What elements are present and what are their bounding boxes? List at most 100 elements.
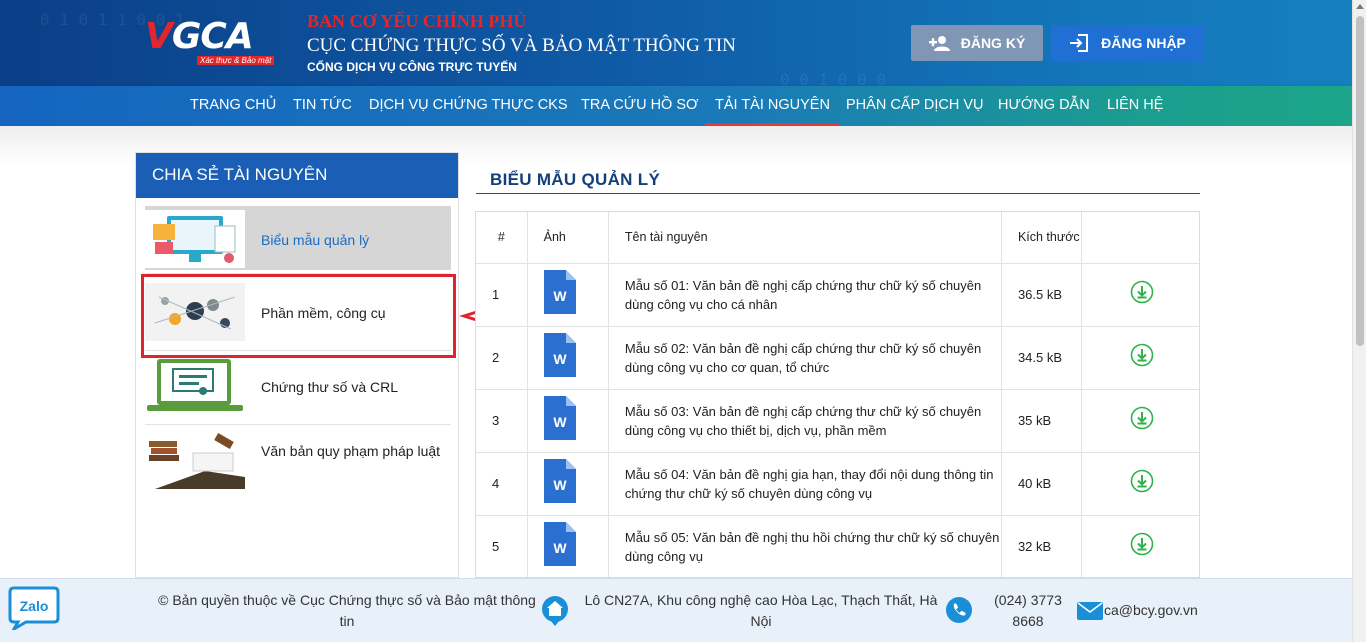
- main-nav: TRANG CHỦ TIN TỨC DỊCH VỤ CHỨNG THỰC CKS…: [0, 86, 1352, 126]
- zalo-chat-icon[interactable]: Zalo: [8, 584, 60, 630]
- row-file-thumbnail: W: [527, 326, 609, 390]
- org-name-secondary: CỤC CHỨNG THỰC SỐ VÀ BẢO MẬT THÔNG TIN: [307, 35, 736, 56]
- row-file-thumbnail: W: [527, 389, 609, 453]
- word-file-letter: W: [553, 477, 567, 493]
- word-file-icon: W: [543, 459, 576, 503]
- zalo-label: Zalo: [20, 598, 49, 614]
- column-header-download: [1081, 212, 1199, 264]
- nav-item-news[interactable]: TIN TỨC: [293, 86, 352, 126]
- row-file-thumbnail: W: [527, 452, 609, 516]
- nav-item-guide[interactable]: HƯỚNG DẪN: [998, 86, 1090, 126]
- row-resource-name: Mẫu số 02: Văn bản đề nghị cấp chứng thư…: [608, 326, 1002, 390]
- row-number: 3: [476, 389, 528, 453]
- row-number: 4: [476, 452, 528, 516]
- row-number: 5: [476, 515, 528, 577]
- footer: © Bản quyền thuộc về Cục Chứng thực số v…: [0, 578, 1352, 642]
- banner-decoration: 0 0 1 0 0 0: [780, 70, 886, 86]
- sidebar-item-label: Chứng thư số và CRL: [261, 379, 399, 395]
- nav-item-cks-services[interactable]: DỊCH VỤ CHỨNG THỰC CKS: [369, 86, 568, 126]
- page-title: BIỂU MẪU QUẢN LÝ: [490, 170, 661, 189]
- download-button[interactable]: [1081, 326, 1199, 390]
- word-file-letter: W: [553, 288, 567, 304]
- title-underline: [476, 193, 1200, 194]
- scroll-up-arrow-icon[interactable]: [1356, 4, 1364, 9]
- table-row: 2 W Mẫu số 02: Văn bản đề nghị cấp chứng t…: [476, 326, 1199, 390]
- sidebar-item-certificates-crl[interactable]: Chứng thư số và CRL: [145, 353, 451, 417]
- row-resource-name: Mẫu số 05: Văn bản đề nghị thu hồi chứng…: [608, 515, 1002, 577]
- download-button[interactable]: [1081, 389, 1199, 453]
- column-header-size: Kích thước: [1001, 212, 1083, 264]
- login-button[interactable]: ĐĂNG NHẬP: [1051, 25, 1204, 61]
- org-name-primary: BAN CƠ YẾU CHÍNH PHỦ: [307, 11, 527, 31]
- table-row: 4 W Mẫu số 04: Văn bản đề nghị gia hạn, th…: [476, 452, 1199, 516]
- logo-tagline: Xác thực & Bảo mật: [197, 56, 275, 65]
- forms-thumbnail-icon: [145, 210, 245, 268]
- row-number: 1: [476, 263, 528, 327]
- site-logo[interactable]: VGCA Xác thực & Bảo mật: [145, 6, 285, 70]
- download-icon[interactable]: [1130, 280, 1154, 304]
- download-icon[interactable]: [1130, 406, 1154, 430]
- column-header-image: Ảnh: [527, 212, 609, 264]
- phone-icon: [946, 597, 972, 623]
- sidebar-item-label: Văn bản quy phạm pháp luật: [261, 443, 441, 459]
- nav-item-service-levels[interactable]: PHÂN CẤP DỊCH VỤ: [846, 86, 984, 126]
- row-file-size: 36.5 kB: [1001, 263, 1083, 327]
- sidebar-title: CHIA SẺ TÀI NGUYÊN: [136, 153, 458, 198]
- nav-item-resources[interactable]: TẢI TÀI NGUYÊN: [705, 86, 840, 126]
- word-file-icon: W: [543, 396, 576, 440]
- sidebar-divider: [145, 424, 451, 425]
- row-file-size: 32 kB: [1001, 515, 1083, 577]
- nav-item-lookup[interactable]: TRA CỨU HỒ SƠ: [581, 86, 698, 126]
- word-file-icon: W: [543, 333, 576, 377]
- header-banner: 0 1 0 1 1 0 0 1 0 0 1 0 0 0 VGCA Xác thự…: [0, 0, 1352, 86]
- portal-name: CỔNG DỊCH VỤ CÔNG TRỰC TUYẾN: [307, 60, 517, 74]
- home-location-icon: [542, 596, 568, 626]
- word-file-icon: W: [543, 270, 576, 314]
- sidebar-item-legal-documents[interactable]: Văn bản quy phạm pháp luật: [145, 427, 451, 491]
- sidebar-item-label: Biểu mẫu quản lý: [261, 232, 370, 248]
- table-header-row: # Ảnh Tên tài nguyên Kích thước: [476, 212, 1199, 264]
- table-row: 1 W Mẫu số 01: Văn bản đề nghị cấp chứng t…: [476, 263, 1199, 327]
- footer-address: Lô CN27A, Khu công nghệ cao Hòa Lạc, Thạ…: [584, 592, 938, 629]
- nav-item-contact[interactable]: LIÊN HỆ: [1107, 86, 1163, 126]
- footer-email[interactable]: ca@bcy.gov.vn: [1104, 600, 1204, 621]
- download-button[interactable]: [1081, 263, 1199, 327]
- row-file-thumbnail: W: [527, 515, 609, 577]
- download-icon[interactable]: [1130, 532, 1154, 556]
- download-icon[interactable]: [1130, 469, 1154, 493]
- highlight-box: [141, 274, 456, 358]
- row-resource-name: Mẫu số 03: Văn bản đề nghị cấp chứng thư…: [608, 389, 1002, 453]
- register-label: ĐĂNG KÝ: [960, 35, 1026, 51]
- register-button[interactable]: ĐĂNG KÝ: [911, 25, 1043, 61]
- column-header-name: Tên tài nguyên: [608, 212, 1002, 264]
- resource-table: # Ảnh Tên tài nguyên Kích thước 1 W Mẫu số…: [475, 211, 1200, 578]
- add-user-icon: [928, 36, 950, 51]
- logo-mark: VGCA: [145, 16, 254, 57]
- resource-sidebar: CHIA SẺ TÀI NGUYÊN Biểu mẫu quản lý Phần…: [135, 152, 459, 578]
- row-resource-name: Mẫu số 01: Văn bản đề nghị cấp chứng thư…: [608, 263, 1002, 327]
- table-row: 3 W Mẫu số 03: Văn bản đề nghị cấp chứng t…: [476, 389, 1199, 453]
- row-file-size: 35 kB: [1001, 389, 1083, 453]
- page-scrollbar[interactable]: [1352, 0, 1366, 642]
- table-row: 5 W Mẫu số 05: Văn bản đề nghị thu hồi chứ…: [476, 515, 1199, 577]
- word-file-letter: W: [553, 414, 567, 430]
- download-icon[interactable]: [1130, 343, 1154, 367]
- download-button[interactable]: [1081, 515, 1199, 577]
- row-file-thumbnail: W: [527, 263, 609, 327]
- footer-copyright: © Bản quyền thuộc về Cục Chứng thực số v…: [158, 592, 536, 629]
- login-icon: [1070, 34, 1089, 52]
- row-file-size: 34.5 kB: [1001, 326, 1083, 390]
- nav-item-home[interactable]: TRANG CHỦ: [190, 86, 276, 126]
- word-file-letter: W: [553, 351, 567, 367]
- word-file-icon: W: [543, 522, 576, 566]
- row-resource-name: Mẫu số 04: Văn bản đề nghị gia hạn, thay…: [608, 452, 1002, 516]
- row-number: 2: [476, 326, 528, 390]
- word-file-letter: W: [553, 540, 567, 556]
- certificate-thumbnail-icon: [147, 359, 243, 411]
- login-label: ĐĂNG NHẬP: [1101, 35, 1186, 51]
- download-button[interactable]: [1081, 452, 1199, 516]
- column-header-number: #: [476, 212, 528, 264]
- footer-phone[interactable]: (024) 3773 8668: [986, 590, 1070, 632]
- scroll-thumb[interactable]: [1356, 16, 1364, 346]
- sidebar-item-forms[interactable]: Biểu mẫu quản lý: [145, 206, 451, 270]
